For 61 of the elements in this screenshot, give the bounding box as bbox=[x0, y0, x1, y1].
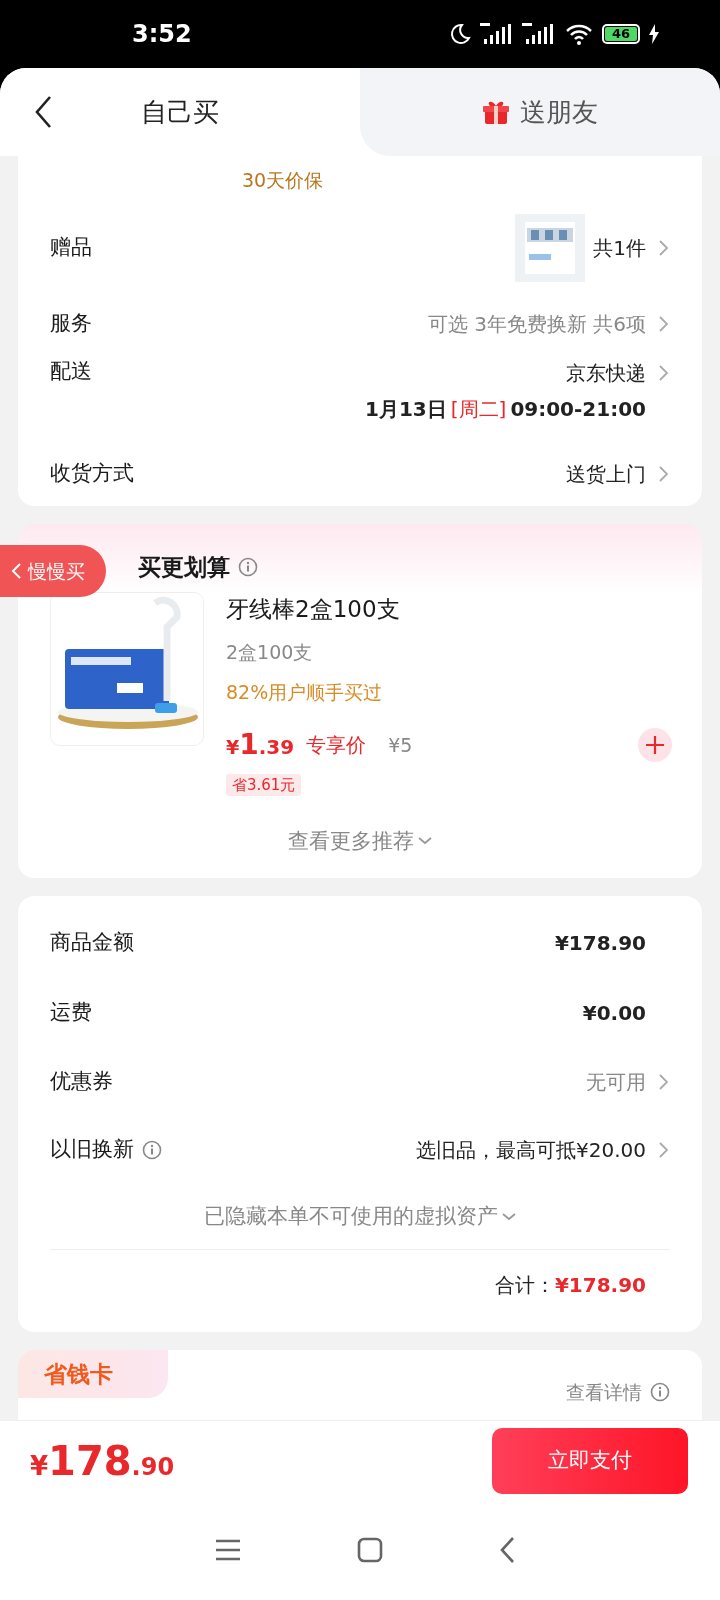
charging-icon bbox=[648, 24, 660, 44]
info-icon[interactable] bbox=[238, 557, 258, 577]
row-label: 运费 bbox=[50, 999, 92, 1027]
row-value: 共1件 bbox=[593, 235, 646, 262]
original-price: ¥5 bbox=[388, 732, 413, 758]
signal-icon bbox=[522, 22, 556, 46]
savings-card-tag: 省钱卡 bbox=[18, 1350, 168, 1398]
row-label: 赠品 bbox=[50, 234, 92, 262]
row-value: 京东快递 bbox=[566, 360, 646, 387]
row-value: 可选 3年免费换新 共6项 bbox=[427, 311, 646, 338]
delivery-time: 09:00-21:00 bbox=[510, 396, 646, 423]
purchase-rate: 82%用户顺手买过 bbox=[226, 680, 384, 705]
total-amount: ¥178.90 bbox=[554, 1272, 646, 1299]
amount-value: ¥178.90 bbox=[554, 930, 646, 957]
chevron-icon[interactable] bbox=[658, 1073, 670, 1091]
hidden-assets-note[interactable]: 已隐藏本单不可使用的虚拟资产 bbox=[204, 1200, 498, 1233]
row-label: 服务 bbox=[50, 310, 92, 338]
add-button[interactable] bbox=[638, 728, 672, 762]
chevron-down-icon[interactable] bbox=[418, 836, 432, 847]
battery-icon: 46 bbox=[602, 24, 640, 44]
product-price: ¥1.39 bbox=[226, 727, 295, 763]
chevron-icon[interactable] bbox=[658, 239, 670, 257]
product-name: 牙线棒2盒100支 bbox=[226, 595, 401, 624]
slow-buy-button[interactable]: 慢慢买 bbox=[0, 545, 106, 597]
row-label: 配送 bbox=[50, 358, 92, 385]
delivery-weekday: [周二] bbox=[450, 396, 507, 423]
chevron-down-icon[interactable] bbox=[502, 1211, 516, 1222]
row-label: 优惠券 bbox=[50, 1068, 113, 1096]
info-icon[interactable] bbox=[650, 1382, 670, 1403]
total-label: 合计： bbox=[494, 1272, 555, 1299]
home-icon[interactable] bbox=[357, 1537, 383, 1563]
row-value: 选旧品，最高可抵¥20.00 bbox=[416, 1137, 646, 1164]
more-recommendations-link[interactable]: 查看更多推荐 bbox=[288, 825, 414, 857]
row-value: 送货上门 bbox=[566, 461, 646, 488]
row-value: 无可用 bbox=[586, 1069, 646, 1096]
clock: 3:52 bbox=[132, 19, 192, 50]
chevron-icon[interactable] bbox=[658, 315, 670, 333]
product-spec: 2盒100支 bbox=[226, 640, 314, 665]
tab[interactable]: 送朋友 bbox=[360, 68, 720, 156]
total-price: ¥178.90 bbox=[30, 1436, 175, 1486]
price-protection-label: 30天价保 bbox=[241, 167, 325, 193]
amount-value: ¥0.00 bbox=[582, 1000, 646, 1027]
row-label: 以旧换新 bbox=[50, 1136, 134, 1164]
chevron-icon[interactable] bbox=[658, 1141, 670, 1159]
info-icon[interactable] bbox=[142, 1140, 162, 1160]
moon-icon bbox=[448, 22, 472, 46]
chevron-icon[interactable] bbox=[658, 364, 670, 382]
plus-icon[interactable] bbox=[645, 735, 665, 755]
row-label: 商品金额 bbox=[50, 929, 134, 957]
row-label: 收货方式 bbox=[50, 460, 134, 488]
delivery-date: 1月13日 bbox=[365, 396, 447, 423]
back-icon[interactable] bbox=[34, 95, 54, 129]
price-tag: 专享价 bbox=[306, 730, 367, 760]
signal-icon bbox=[480, 22, 514, 46]
pay-button[interactable]: 立即支付 bbox=[492, 1427, 688, 1494]
section-title: 买更划算 bbox=[138, 552, 230, 582]
details-link[interactable]: 查看详情 bbox=[566, 1378, 642, 1407]
chevron-icon[interactable] bbox=[658, 465, 670, 483]
wifi-icon bbox=[564, 22, 594, 46]
menu-icon[interactable] bbox=[215, 1539, 241, 1561]
saving-tag: 省3.61元 bbox=[226, 774, 302, 796]
